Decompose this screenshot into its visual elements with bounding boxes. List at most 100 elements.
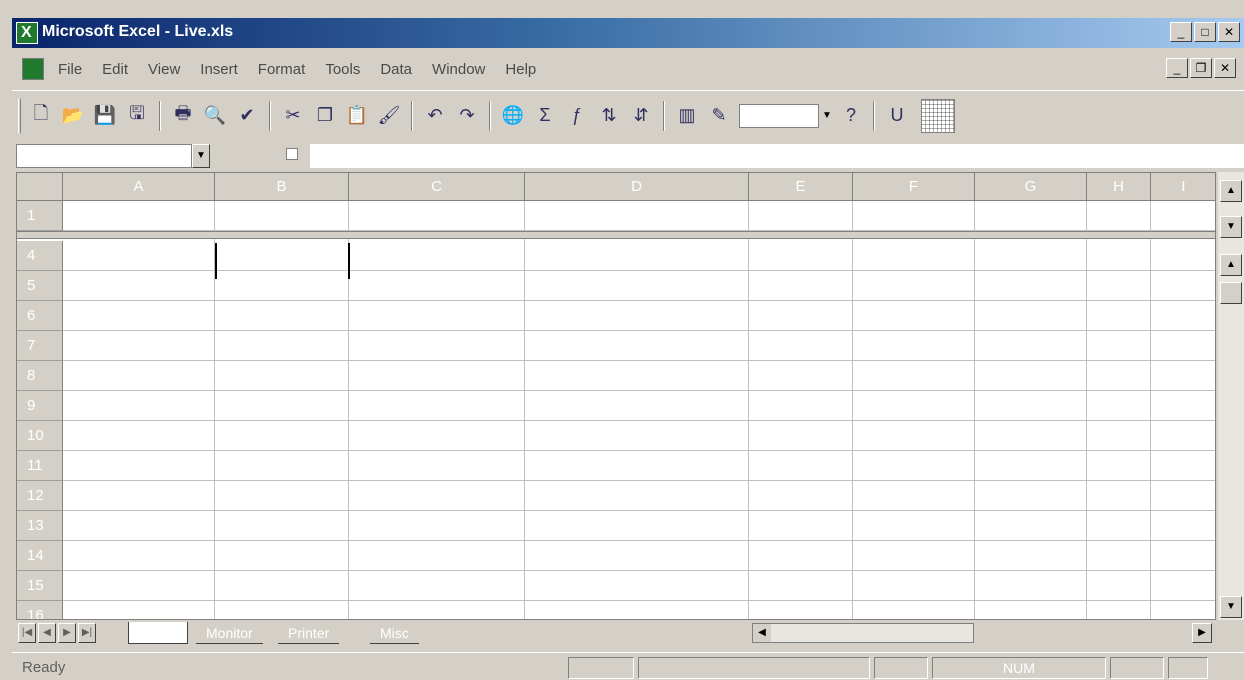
column-header-d[interactable]: D <box>525 173 749 201</box>
cut-icon[interactable]: ✂ <box>280 103 306 129</box>
row-header-1[interactable]: 1 <box>17 201 63 231</box>
save-icon[interactable]: 💾 <box>92 103 118 129</box>
format-painter-icon[interactable]: 🖌 <box>376 103 402 129</box>
font-size-button[interactable]: U <box>884 103 910 129</box>
autosum-icon[interactable]: Σ <box>532 103 558 129</box>
row-header-12[interactable]: 12 <box>17 481 63 511</box>
scroll-right-button[interactable]: ▶ <box>1192 623 1212 643</box>
row-header-13[interactable]: 13 <box>17 511 63 541</box>
paste-icon[interactable]: 📋 <box>344 103 370 129</box>
scroll-up-top-button[interactable]: ▲ <box>1220 180 1242 202</box>
horizontal-scrollbar[interactable]: ◀ <box>752 623 974 643</box>
formula-input[interactable] <box>310 144 1244 168</box>
menu-file[interactable]: File <box>52 59 88 80</box>
name-box-chevron-down-icon[interactable]: ▼ <box>192 144 210 168</box>
status-panel <box>638 657 870 679</box>
menu-data[interactable]: Data <box>374 59 418 80</box>
spelling-icon[interactable]: ✔ <box>234 103 260 129</box>
row-header-7[interactable]: 7 <box>17 331 63 361</box>
scroll-down-button[interactable]: ▼ <box>1220 596 1242 618</box>
menu-format[interactable]: Format <box>252 59 312 80</box>
menu-insert[interactable]: Insert <box>194 59 244 80</box>
column-header-e[interactable]: E <box>749 173 853 201</box>
menu-help[interactable]: Help <box>499 59 542 80</box>
print-preview-icon[interactable]: 🔍 <box>202 103 228 129</box>
scroll-left-button[interactable]: ◀ <box>753 624 771 642</box>
row-header-4[interactable]: 4 <box>17 241 63 271</box>
row-header-11[interactable]: 11 <box>17 451 63 481</box>
column-headers: ABCDEFGHI <box>17 173 1215 201</box>
gridline-horizontal <box>63 420 1215 421</box>
gridline-horizontal <box>63 480 1215 481</box>
row-header-16[interactable]: 16 <box>17 601 63 619</box>
help-button[interactable]: ? <box>838 103 864 129</box>
minimize-button[interactable]: _ <box>1170 22 1192 42</box>
column-header-f[interactable]: F <box>853 173 975 201</box>
column-header-c[interactable]: C <box>349 173 525 201</box>
row-header-9[interactable]: 9 <box>17 391 63 421</box>
scroll-thumb[interactable] <box>1220 282 1242 304</box>
zoom-input[interactable] <box>739 103 819 128</box>
close-button[interactable]: ✕ <box>1218 22 1240 42</box>
row-header-8[interactable]: 8 <box>17 361 63 391</box>
sheet-tab-misc[interactable]: Misc <box>370 622 419 644</box>
first-sheet-button[interactable]: |◀ <box>18 623 36 643</box>
worksheet-grid[interactable]: ABCDEFGHI 1 4 5 6 7 8 9 10 11 12 13 14 15 16 <box>16 172 1216 620</box>
new-icon[interactable]: 🗋 <box>28 103 54 129</box>
gridline-vertical <box>1086 201 1087 619</box>
prev-sheet-button[interactable]: ◀ <box>38 623 56 643</box>
sort-descending-icon[interactable]: ⇵ <box>628 103 654 129</box>
row-header-14[interactable]: 14 <box>17 541 63 571</box>
column-header-g[interactable]: G <box>975 173 1087 201</box>
selection-border <box>215 243 217 279</box>
column-header-b[interactable]: B <box>215 173 349 201</box>
redo-icon[interactable]: ↷ <box>454 103 480 129</box>
hyperlink-icon[interactable]: 🌐 <box>500 103 526 129</box>
workbook-minimize-button[interactable]: _ <box>1166 58 1188 78</box>
undo-icon[interactable]: ↶ <box>422 103 448 129</box>
selection-border <box>348 243 350 279</box>
scroll-up-button[interactable]: ▲ <box>1220 254 1242 276</box>
freeze-pane-divider[interactable] <box>17 231 1215 239</box>
row-header-5[interactable]: 5 <box>17 271 63 301</box>
workbook-restore-button[interactable]: ❐ <box>1190 58 1212 78</box>
chevron-down-icon[interactable]: ▼ <box>819 103 835 128</box>
toolbar-grip[interactable] <box>18 98 21 133</box>
sort-ascending-icon[interactable]: ⇅ <box>596 103 622 129</box>
next-sheet-button[interactable]: ▶ <box>58 623 76 643</box>
copy-icon[interactable]: ❐ <box>312 103 338 129</box>
name-box[interactable] <box>16 144 192 168</box>
excel-app-icon[interactable] <box>16 22 38 44</box>
function-icon[interactable]: ƒ <box>564 103 590 129</box>
row-header-10[interactable]: 10 <box>17 421 63 451</box>
menu-tools[interactable]: Tools <box>319 59 366 80</box>
chart-wizard-icon[interactable]: ▥ <box>674 103 700 129</box>
gridline-vertical <box>524 201 525 619</box>
print-icon[interactable]: 🖶 <box>170 103 196 129</box>
menu-edit[interactable]: Edit <box>96 59 134 80</box>
permissions-icon[interactable]: 🖫 <box>124 103 150 129</box>
row-header-15[interactable]: 15 <box>17 571 63 601</box>
sheet-tab-monitor[interactable]: Monitor <box>196 622 263 644</box>
menu-view[interactable]: View <box>142 59 186 80</box>
window-title: Microsoft Excel - Live.xls <box>42 23 234 40</box>
sheet-tab-active[interactable] <box>128 622 188 644</box>
vertical-scrollbar[interactable]: ▲ ▼ ▲ ▼ <box>1218 172 1244 620</box>
insert-function-button[interactable] <box>286 148 298 160</box>
workbook-icon[interactable] <box>22 58 44 80</box>
title-bar[interactable]: Microsoft Excel - Live.xls _ □ ✕ <box>12 18 1244 48</box>
select-all-corner[interactable] <box>17 173 63 201</box>
scroll-down-top-button[interactable]: ▼ <box>1220 216 1242 238</box>
column-header-a[interactable]: A <box>63 173 215 201</box>
menu-window[interactable]: Window <box>426 59 491 80</box>
column-header-h[interactable]: H <box>1087 173 1151 201</box>
maximize-button[interactable]: □ <box>1194 22 1216 42</box>
drawing-icon[interactable]: ✎ <box>706 103 732 129</box>
borders-pattern-button[interactable] <box>921 98 955 133</box>
row-header-6[interactable]: 6 <box>17 301 63 331</box>
last-sheet-button[interactable]: ▶| <box>78 623 96 643</box>
open-icon[interactable]: 📂 <box>60 103 86 129</box>
sheet-tab-printer[interactable]: Printer <box>278 622 340 644</box>
workbook-close-button[interactable]: ✕ <box>1214 58 1236 78</box>
column-header-i[interactable]: I <box>1151 173 1215 201</box>
